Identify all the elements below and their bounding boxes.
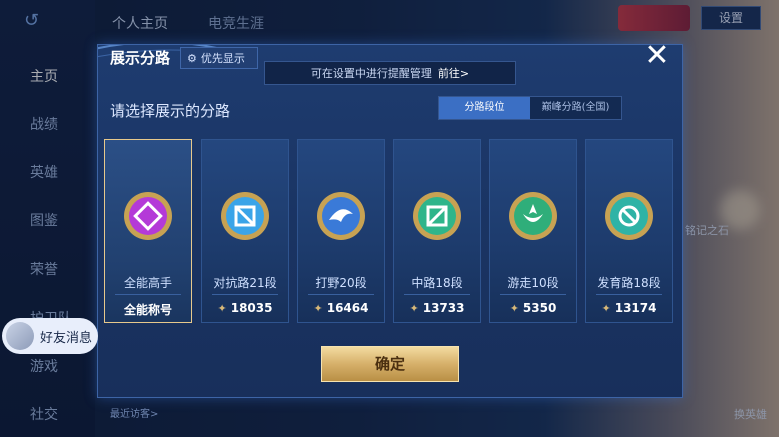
reminder-hint-bar: 可在设置中进行提醒管理 前往> [264, 61, 516, 85]
lane-stat-value: 全能称号 [123, 303, 172, 317]
lane-name: 中路18段 [411, 276, 463, 290]
lane-stat-value: 13174 [614, 301, 657, 315]
lane-stat: ✦ 13733 [394, 301, 480, 315]
card-divider [404, 294, 470, 295]
lane-stat: 全能称号 [105, 301, 191, 318]
lane-stat: ✦ 16464 [298, 301, 384, 315]
card-divider [308, 294, 374, 295]
lane-name: 游走10段 [507, 276, 559, 290]
lane-name: 打野20段 [315, 276, 367, 290]
lane-stat: ✦ 13174 [586, 301, 672, 315]
select-lane-heading: 请选择展示的分路 [110, 102, 231, 120]
card-divider [115, 294, 181, 295]
lane-stat-value: 16464 [326, 301, 369, 315]
rank-arrow-icon: ✦ [509, 301, 519, 315]
rank-arrow-icon: ✦ [409, 301, 419, 315]
priority-display-button[interactable]: ⚙ 优先显示 [180, 47, 258, 69]
roam-emblem-icon [509, 192, 557, 240]
lane-card-farm[interactable]: 发育路18段 ✦ 13174 [585, 139, 673, 323]
friend-message-label: 好友消息 [40, 330, 93, 346]
lane-stat: ✦ 5350 [490, 301, 576, 315]
farm-lane-emblem-icon [605, 192, 653, 240]
lane-stat-value: 5350 [522, 301, 557, 315]
lane-name: 发育路18段 [597, 276, 661, 290]
jungle-emblem-icon [317, 192, 365, 240]
lane-card-mid[interactable]: 中路18段 ✦ 13733 [393, 139, 481, 323]
close-icon[interactable]: ✕ [642, 41, 672, 72]
tab-peak-lane[interactable]: 巅峰分路(全国) [530, 97, 621, 119]
lane-stat-value: 13733 [422, 301, 465, 315]
lane-card-roam[interactable]: 游走10段 ✦ 5350 [489, 139, 577, 323]
hint-text: 可在设置中进行提醒管理 [310, 67, 432, 80]
gear-icon: ⚙ [187, 51, 197, 65]
go-to-settings-link[interactable]: 前往> [438, 65, 469, 81]
modal-title: 展示分路 [110, 49, 171, 67]
clash-lane-emblem-icon [221, 192, 269, 240]
card-divider [212, 294, 278, 295]
rank-arrow-icon: ✦ [601, 301, 611, 315]
lane-card-list: 全能高手 全能称号 对抗路21段 ✦ 18035 打野20段 ✦ 16464 中… [104, 139, 674, 323]
recent-visitors-label[interactable]: 最近访客> [110, 405, 158, 420]
lane-name: 全能高手 [123, 276, 172, 290]
lane-card-clash[interactable]: 对抗路21段 ✦ 18035 [201, 139, 289, 323]
priority-label: 优先显示 [200, 52, 245, 65]
lane-card-jungle[interactable]: 打野20段 ✦ 16464 [297, 139, 385, 323]
rank-arrow-icon: ✦ [313, 301, 323, 315]
mid-lane-emblem-icon [413, 192, 461, 240]
lane-name: 对抗路21段 [213, 276, 277, 290]
friend-message-button[interactable]: 好友消息 [2, 318, 98, 354]
avatar [6, 322, 34, 350]
rank-arrow-icon: ✦ [217, 301, 227, 315]
lane-stat-value: 18035 [230, 301, 273, 315]
card-divider [500, 294, 566, 295]
tab-lane-rank[interactable]: 分路段位 [439, 97, 530, 119]
confirm-button[interactable]: 确定 [321, 346, 459, 382]
card-divider [596, 294, 662, 295]
allround-emblem-icon [124, 192, 172, 240]
lane-card-allround[interactable]: 全能高手 全能称号 [104, 139, 192, 323]
lane-mode-toggle[interactable]: 分路段位 巅峰分路(全国) [438, 96, 622, 120]
lane-stat: ✦ 18035 [202, 301, 288, 315]
